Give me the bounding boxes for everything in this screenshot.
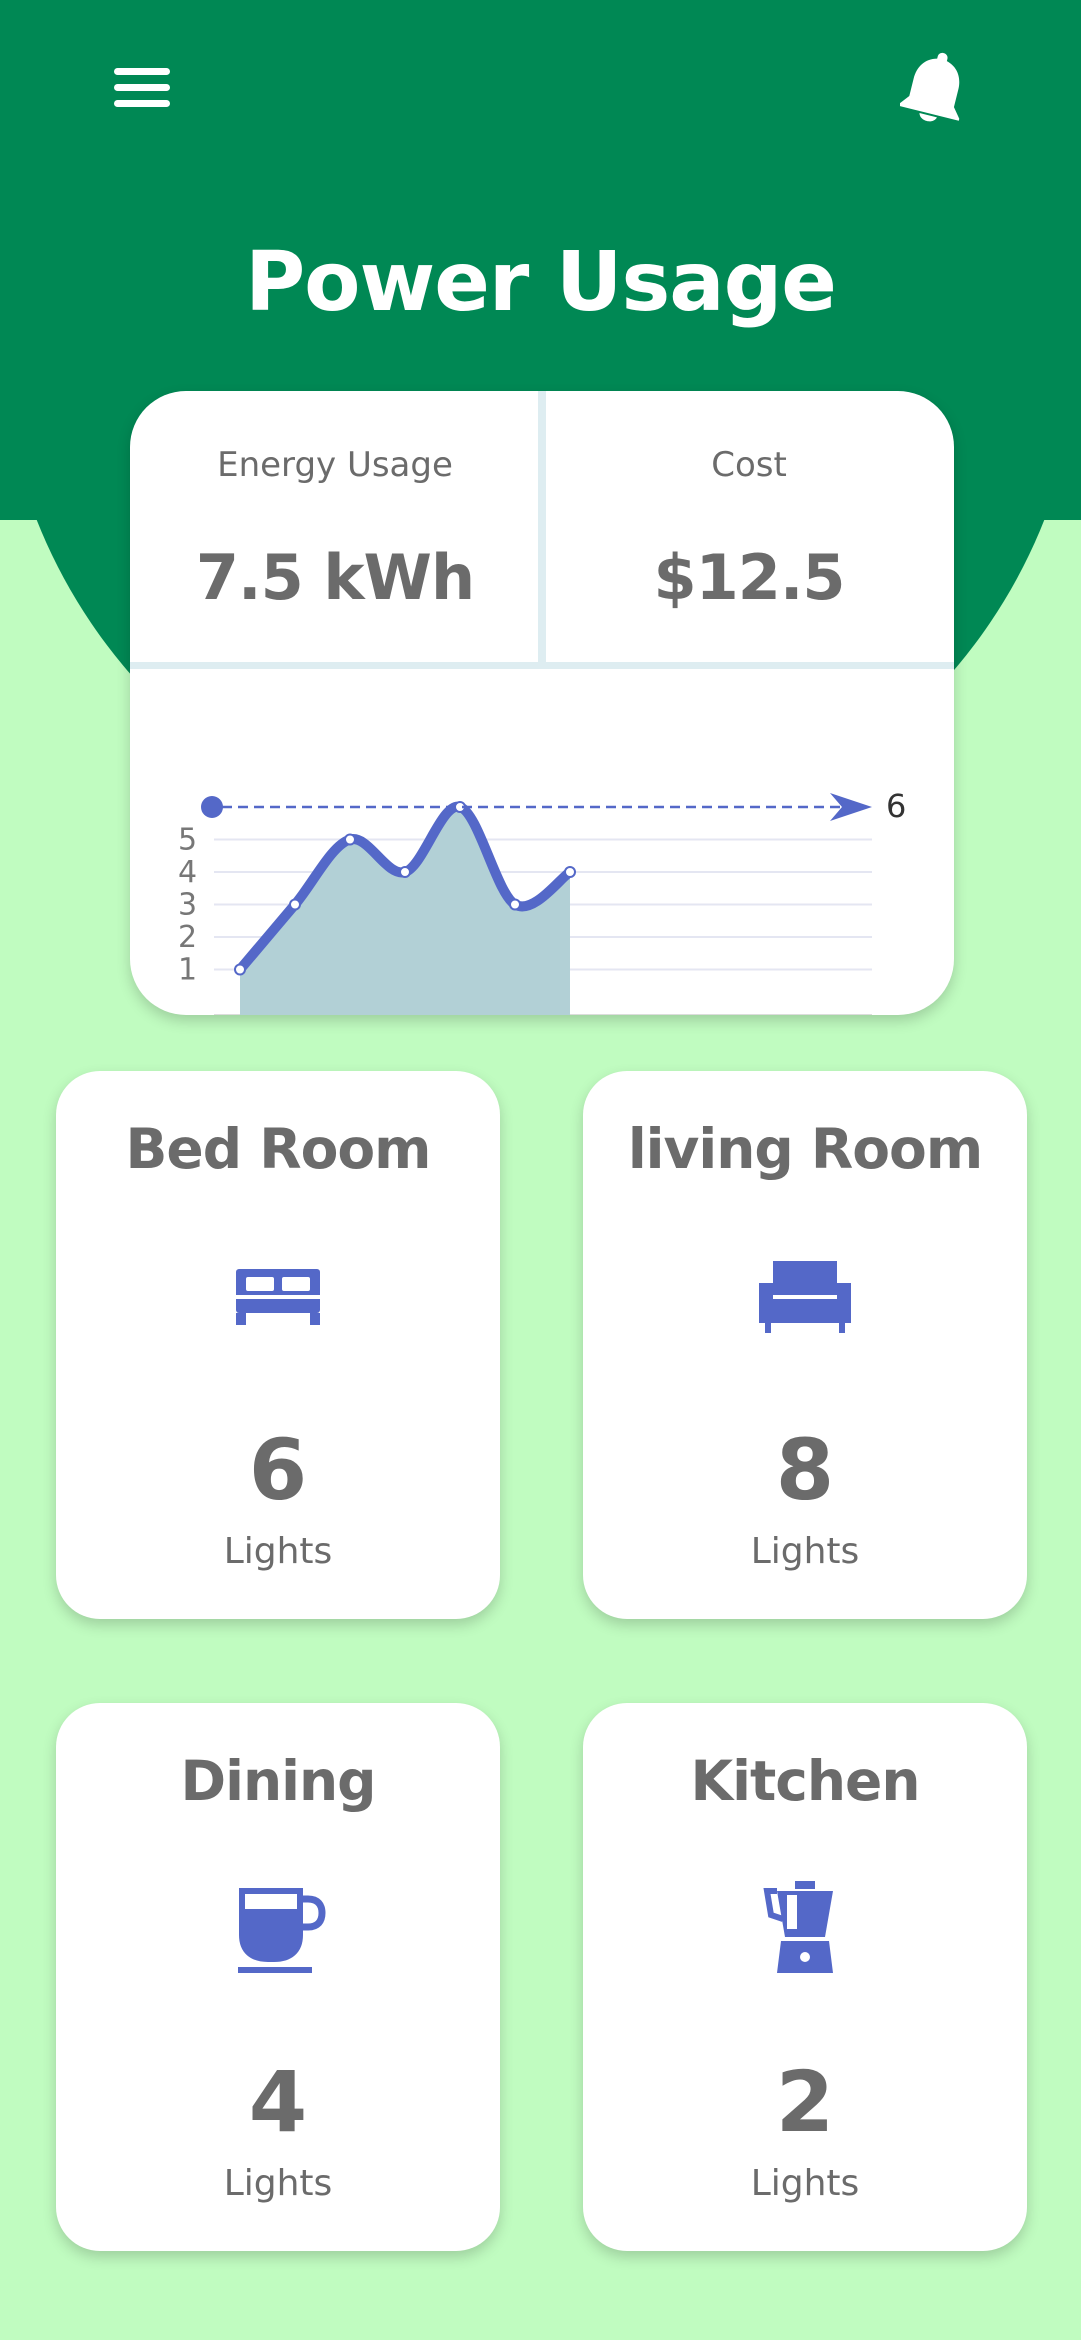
hamburger-menu-icon[interactable] — [112, 66, 172, 110]
y-tick-label: 5 — [178, 823, 197, 858]
target-label: 6 — [886, 787, 906, 825]
y-tick-label: 1 — [178, 953, 197, 988]
room-card-dining[interactable]: Dining 4 Lights — [56, 1703, 500, 2251]
bell-icon[interactable] — [898, 50, 970, 126]
lights-label: Lights — [750, 2163, 860, 2204]
usage-summary-card: Energy Usage 7.5 kWh Cost $12.5 12345Jan… — [130, 391, 954, 1015]
y-tick-label: 3 — [178, 888, 197, 923]
lights-label: Lights — [750, 1531, 860, 1572]
target-start-dot — [201, 796, 223, 818]
blender-icon — [755, 1881, 855, 1981]
cost-label: Cost — [711, 445, 787, 485]
data-point — [509, 898, 521, 911]
lights-count: 4 — [248, 2053, 308, 2151]
y-tick-label: 4 — [178, 855, 197, 890]
coffee-cup-icon — [228, 1881, 328, 1981]
room-card-living-room[interactable]: living Room 8 Lights — [583, 1071, 1027, 1619]
lights-count: 6 — [248, 1421, 308, 1519]
room-card-kitchen[interactable]: Kitchen 2 Lights — [583, 1703, 1027, 2251]
cost-stat: Cost $12.5 — [544, 391, 954, 663]
room-card-bed-room[interactable]: Bed Room 6 Lights — [56, 1071, 500, 1619]
y-tick-label: 2 — [178, 920, 197, 955]
horizontal-divider — [130, 662, 954, 669]
data-point — [344, 833, 356, 846]
lights-count: 8 — [775, 1421, 835, 1519]
bed-icon — [228, 1249, 328, 1349]
cost-value: $12.5 — [653, 541, 845, 614]
lights-label: Lights — [223, 2163, 333, 2204]
energy-usage-stat: Energy Usage 7.5 kWh — [130, 391, 540, 663]
data-point — [234, 963, 246, 976]
page-title: Power Usage — [245, 235, 837, 330]
data-point — [399, 866, 411, 878]
data-point — [564, 866, 576, 878]
sofa-icon — [755, 1249, 855, 1349]
energy-usage-label: Energy Usage — [217, 445, 453, 485]
room-name: living Room — [627, 1117, 983, 1181]
room-name: Kitchen — [690, 1749, 921, 1813]
data-point — [289, 898, 301, 911]
usage-chart: 12345JanMarMayJulySeptNov6 — [178, 787, 906, 1015]
room-name: Dining — [180, 1749, 376, 1813]
lights-count: 2 — [775, 2053, 835, 2151]
energy-usage-value: 7.5 kWh — [195, 541, 475, 614]
room-name: Bed Room — [125, 1117, 432, 1181]
lights-label: Lights — [223, 1531, 333, 1572]
